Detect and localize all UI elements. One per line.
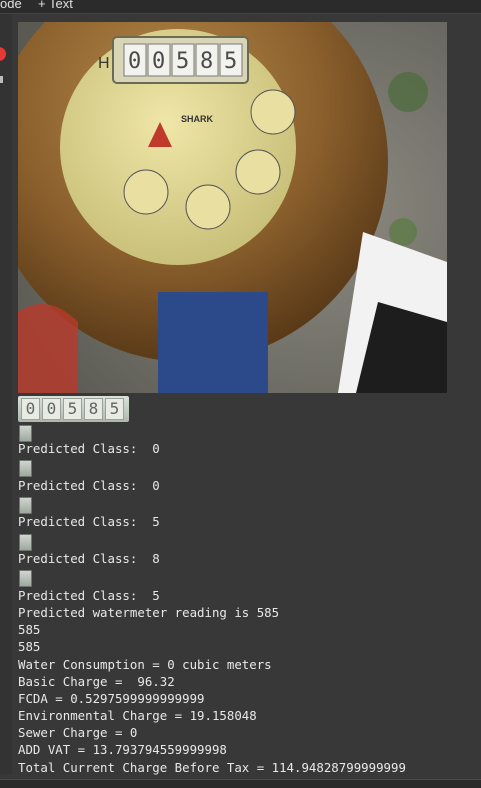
meter-letter: H	[98, 55, 110, 72]
strip-digit: 8	[84, 398, 103, 420]
cell-gutter	[0, 14, 12, 774]
output-line: 585	[18, 622, 41, 637]
output-line: Predicted Class: 5	[18, 514, 160, 529]
strip-digit: 0	[21, 398, 40, 420]
output-line: ADD VAT = 13.793794559999998	[18, 742, 227, 757]
output-line: Predicted Class: 8	[18, 551, 160, 566]
meter-pipe	[158, 292, 268, 393]
notebook-toolbar: ode + Text	[0, 0, 481, 14]
meter-illustration: 0 0 5 8 5 H SHARK	[18, 22, 447, 393]
counter-digit: 5	[224, 49, 237, 74]
output-toggle[interactable]	[0, 76, 3, 83]
small-dial	[250, 89, 296, 135]
digit-crop-image	[19, 460, 32, 477]
leaf-decoration	[388, 72, 428, 112]
counter-digit: 8	[200, 49, 213, 74]
strip-digit: 0	[42, 398, 61, 420]
output-line: Water Consumption = 0 cubic meters	[18, 657, 272, 672]
output-line: Sewer Charge = 0	[18, 725, 138, 740]
strip-digit: 5	[105, 398, 124, 420]
output-line: Predicted Class: 0	[18, 478, 160, 493]
output-line: Predicted watermeter reading is 585	[18, 605, 280, 620]
water-meter-photo: 0 0 5 8 5 H SHARK	[18, 22, 447, 393]
counter-digit: 0	[128, 49, 141, 74]
output-line: Predicted Class: 5	[18, 588, 160, 603]
output-line: 585	[18, 639, 41, 654]
counter-digit: 5	[176, 49, 189, 74]
strip-digit: 5	[63, 398, 82, 420]
output-line: Predicted Class: 0	[18, 441, 160, 456]
counter-digit: 0	[152, 49, 165, 74]
meter-brand: SHARK	[181, 114, 214, 124]
add-code-button[interactable]: ode	[0, 0, 22, 10]
digit-crop-image	[19, 534, 32, 551]
digit-crop-image	[19, 497, 32, 514]
add-text-button[interactable]: + Text	[38, 0, 73, 10]
small-dial	[123, 169, 169, 215]
small-dial	[185, 184, 231, 230]
output-line: Basic Charge = 96.32	[18, 674, 175, 689]
counter-digits: 0 0 5 8 5	[123, 43, 243, 77]
cropped-digits-image: 0 0 5 8 5	[18, 396, 129, 422]
small-dial	[235, 149, 281, 195]
digit-crop-image	[19, 570, 32, 587]
red-cable	[18, 304, 78, 393]
output-line: FCDA = 0.5297599999999999	[18, 691, 205, 706]
output-line: Environmental Charge = 19.158048	[18, 708, 257, 723]
leaf-decoration	[389, 218, 417, 246]
output-line: Total Current Charge Before Tax = 114.94…	[18, 760, 406, 775]
run-cell-button[interactable]	[0, 47, 6, 61]
